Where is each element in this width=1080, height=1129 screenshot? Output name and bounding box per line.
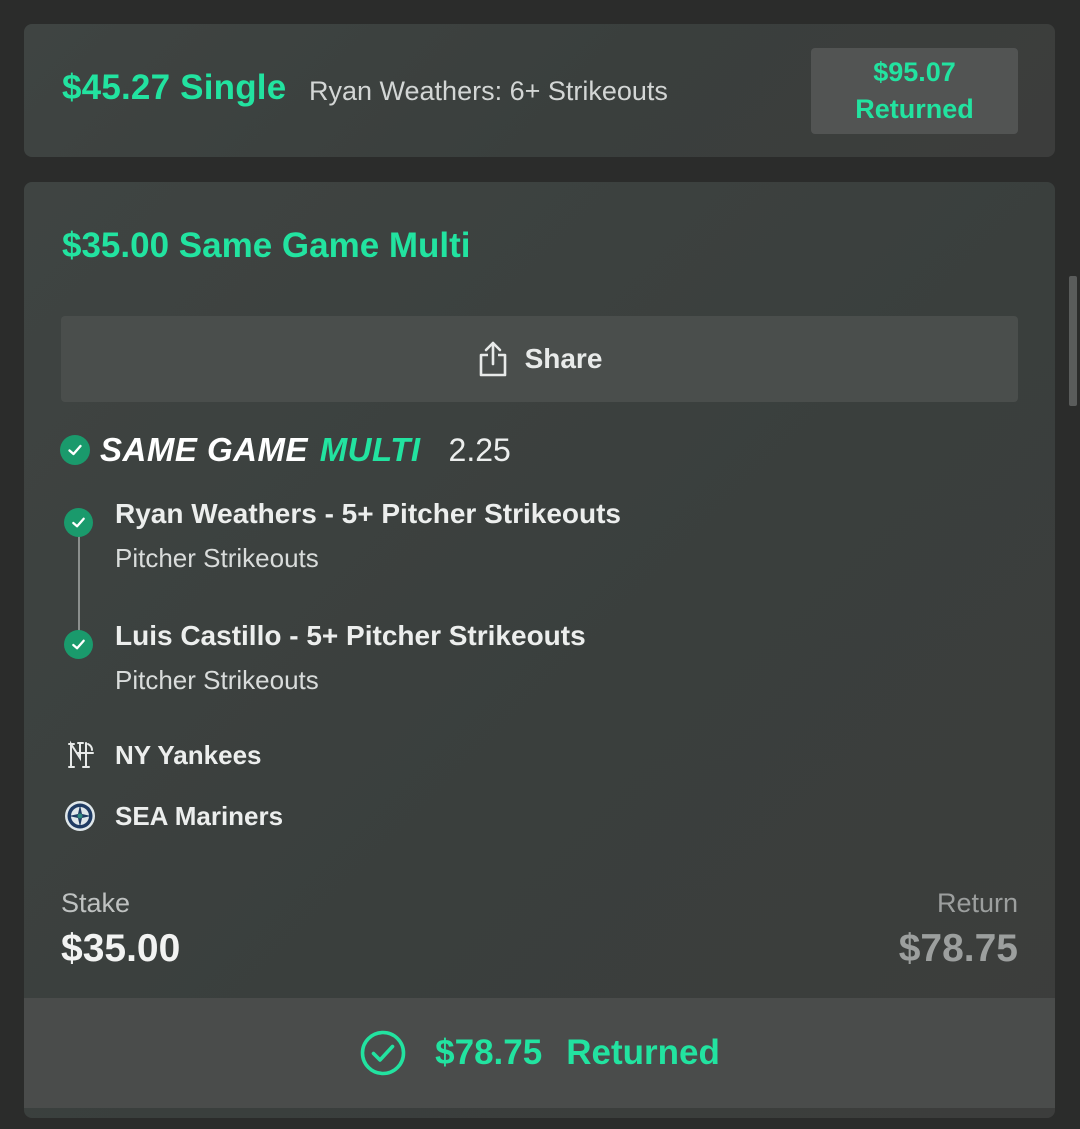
- yankees-logo-icon: [64, 739, 96, 771]
- single-bet-selection: Ryan Weathers: 6+ Strikeouts: [309, 76, 668, 106]
- check-icon: [64, 630, 93, 659]
- result-amount: $78.75: [435, 1033, 543, 1072]
- result-bar: $78.75 Returned: [24, 998, 1055, 1108]
- stake-value: $35.00: [61, 927, 181, 970]
- sgm-header: SAME GAME MULTI 2.25: [60, 431, 511, 469]
- sgm-logo: SAME GAME MULTI: [100, 431, 421, 469]
- team-name: NY Yankees: [115, 739, 262, 770]
- check-icon: [64, 508, 93, 537]
- scrollbar[interactable]: [1069, 276, 1077, 406]
- returned-amount: $95.07: [873, 57, 956, 87]
- leg-title: Ryan Weathers - 5+ Pitcher Strikeouts: [115, 498, 621, 529]
- return-label: Return: [936, 888, 1018, 918]
- share-icon: [479, 341, 506, 377]
- sgm-logo-same-game: SAME GAME: [100, 431, 309, 468]
- single-bet-amount: $45.27 Single: [62, 68, 287, 107]
- team-row: SEA Mariners: [64, 799, 283, 833]
- multi-bet-title: $35.00 Same Game Multi: [62, 226, 471, 265]
- stake-label: Stake: [61, 888, 131, 918]
- check-icon: [60, 435, 90, 465]
- sgm-odds: 2.25: [448, 431, 511, 468]
- team-row: NY Yankees: [64, 738, 262, 772]
- team-name: SEA Mariners: [115, 800, 284, 831]
- single-bet-returned-badge: $95.07 Returned: [811, 48, 1018, 134]
- leg-market: Pitcher Strikeouts: [115, 543, 319, 573]
- leg-title: Luis Castillo - 5+ Pitcher Strikeouts: [115, 620, 586, 651]
- multi-bet-card: $35.00 Same Game Multi Share SAME GAME M…: [24, 182, 1055, 1118]
- single-bet-card[interactable]: $45.27 Single Ryan Weathers: 6+ Strikeou…: [24, 24, 1055, 157]
- result-label: Returned: [566, 1033, 720, 1072]
- mariners-logo-icon: [64, 800, 96, 832]
- legs-connector-line: [78, 522, 80, 642]
- return-value: $78.75: [898, 927, 1018, 970]
- returned-label: Returned: [855, 94, 974, 124]
- share-button[interactable]: Share: [61, 316, 1018, 402]
- check-circle-icon: [360, 1030, 406, 1076]
- sgm-logo-multi: MULTI: [319, 431, 421, 468]
- leg-market: Pitcher Strikeouts: [115, 665, 319, 695]
- share-label: Share: [524, 343, 603, 374]
